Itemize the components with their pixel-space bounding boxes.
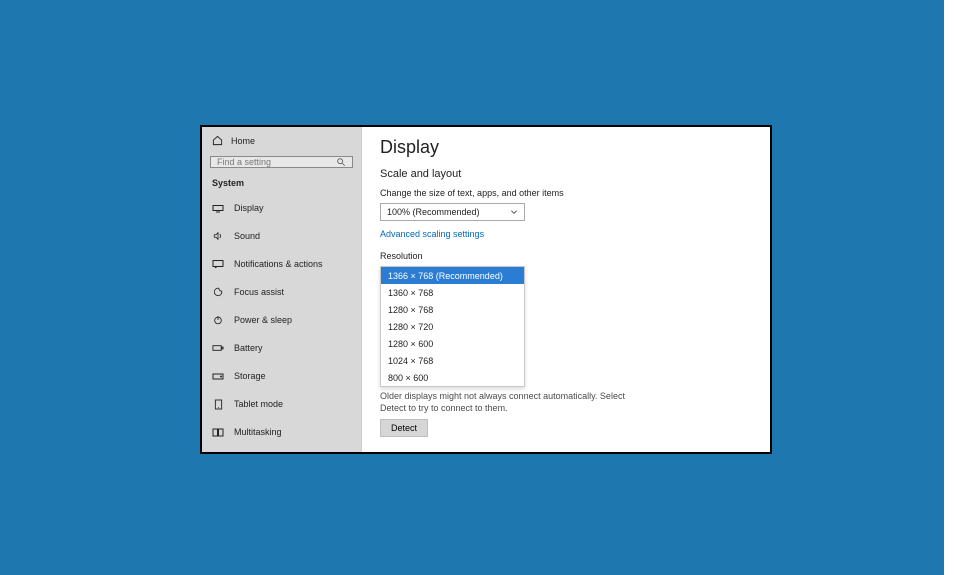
resolution-option[interactable]: 1366 × 768 (Recommended) <box>381 267 524 284</box>
sidebar-item-label: Battery <box>234 343 263 353</box>
sidebar-item-label: Tablet mode <box>234 399 283 409</box>
sidebar-item-label: Focus assist <box>234 287 284 297</box>
home-label: Home <box>231 136 255 146</box>
detect-helper-text: Older displays might not always connect … <box>380 390 630 414</box>
sidebar-item-display[interactable]: Display <box>202 194 361 222</box>
sidebar-item-focus-assist[interactable]: Focus assist <box>202 278 361 306</box>
scale-select[interactable]: 100% (Recommended) <box>380 203 525 221</box>
sidebar-home[interactable]: Home <box>202 127 361 152</box>
resolution-option[interactable]: 1280 × 600 <box>381 335 524 352</box>
sidebar-nav: Display Sound Notifications & actions Fo… <box>202 194 361 454</box>
tablet-icon <box>212 399 224 409</box>
sidebar-item-label: Sound <box>234 231 260 241</box>
home-icon <box>212 135 223 146</box>
sidebar: Home Find a setting System Display Sound… <box>202 127 362 452</box>
sidebar-item-projecting[interactable]: Projecting to this PC <box>202 446 361 454</box>
sidebar-item-battery[interactable]: Battery <box>202 334 361 362</box>
advanced-scaling-link[interactable]: Advanced scaling settings <box>380 229 752 239</box>
display-icon <box>212 203 224 213</box>
scale-label: Change the size of text, apps, and other… <box>380 188 752 198</box>
scale-select-value: 100% (Recommended) <box>387 207 480 217</box>
sidebar-item-label: Storage <box>234 371 266 381</box>
scale-heading: Scale and layout <box>380 168 752 180</box>
settings-window: Home Find a setting System Display Sound… <box>200 125 772 454</box>
sidebar-item-sound[interactable]: Sound <box>202 222 361 250</box>
sidebar-item-tablet-mode[interactable]: Tablet mode <box>202 390 361 418</box>
sidebar-item-multitasking[interactable]: Multitasking <box>202 418 361 446</box>
content-pane: Display Scale and layout Change the size… <box>362 127 770 452</box>
sidebar-item-notifications[interactable]: Notifications & actions <box>202 250 361 278</box>
decorative-right-stripe <box>944 0 958 575</box>
sidebar-item-label: Multitasking <box>234 427 282 437</box>
resolution-option[interactable]: 1360 × 768 <box>381 284 524 301</box>
storage-icon <box>212 371 224 381</box>
page-title: Display <box>380 137 752 158</box>
sidebar-section-header: System <box>202 178 361 194</box>
search-input[interactable]: Find a setting <box>210 156 353 168</box>
battery-icon <box>212 343 224 353</box>
resolution-option[interactable]: 800 × 600 <box>381 369 524 386</box>
sidebar-item-label: Power & sleep <box>234 315 292 325</box>
resolution-option[interactable]: 1280 × 768 <box>381 301 524 318</box>
advanced-display-link[interactable]: Advanced display settings <box>380 451 752 452</box>
search-icon <box>336 157 346 167</box>
sidebar-item-power-sleep[interactable]: Power & sleep <box>202 306 361 334</box>
notifications-icon <box>212 259 224 269</box>
resolution-label: Resolution <box>380 251 752 261</box>
sidebar-item-label: Notifications & actions <box>234 259 323 269</box>
chevron-down-icon <box>510 208 518 216</box>
sidebar-item-storage[interactable]: Storage <box>202 362 361 390</box>
sidebar-item-label: Display <box>234 203 264 213</box>
detect-button[interactable]: Detect <box>380 419 428 437</box>
resolution-dropdown[interactable]: 1366 × 768 (Recommended) 1360 × 768 1280… <box>380 266 525 387</box>
focus-assist-icon <box>212 287 224 297</box>
multitasking-icon <box>212 427 224 437</box>
sound-icon <box>212 231 224 241</box>
search-placeholder: Find a setting <box>217 157 271 167</box>
power-icon <box>212 315 224 325</box>
resolution-option[interactable]: 1280 × 720 <box>381 318 524 335</box>
resolution-option[interactable]: 1024 × 768 <box>381 352 524 369</box>
